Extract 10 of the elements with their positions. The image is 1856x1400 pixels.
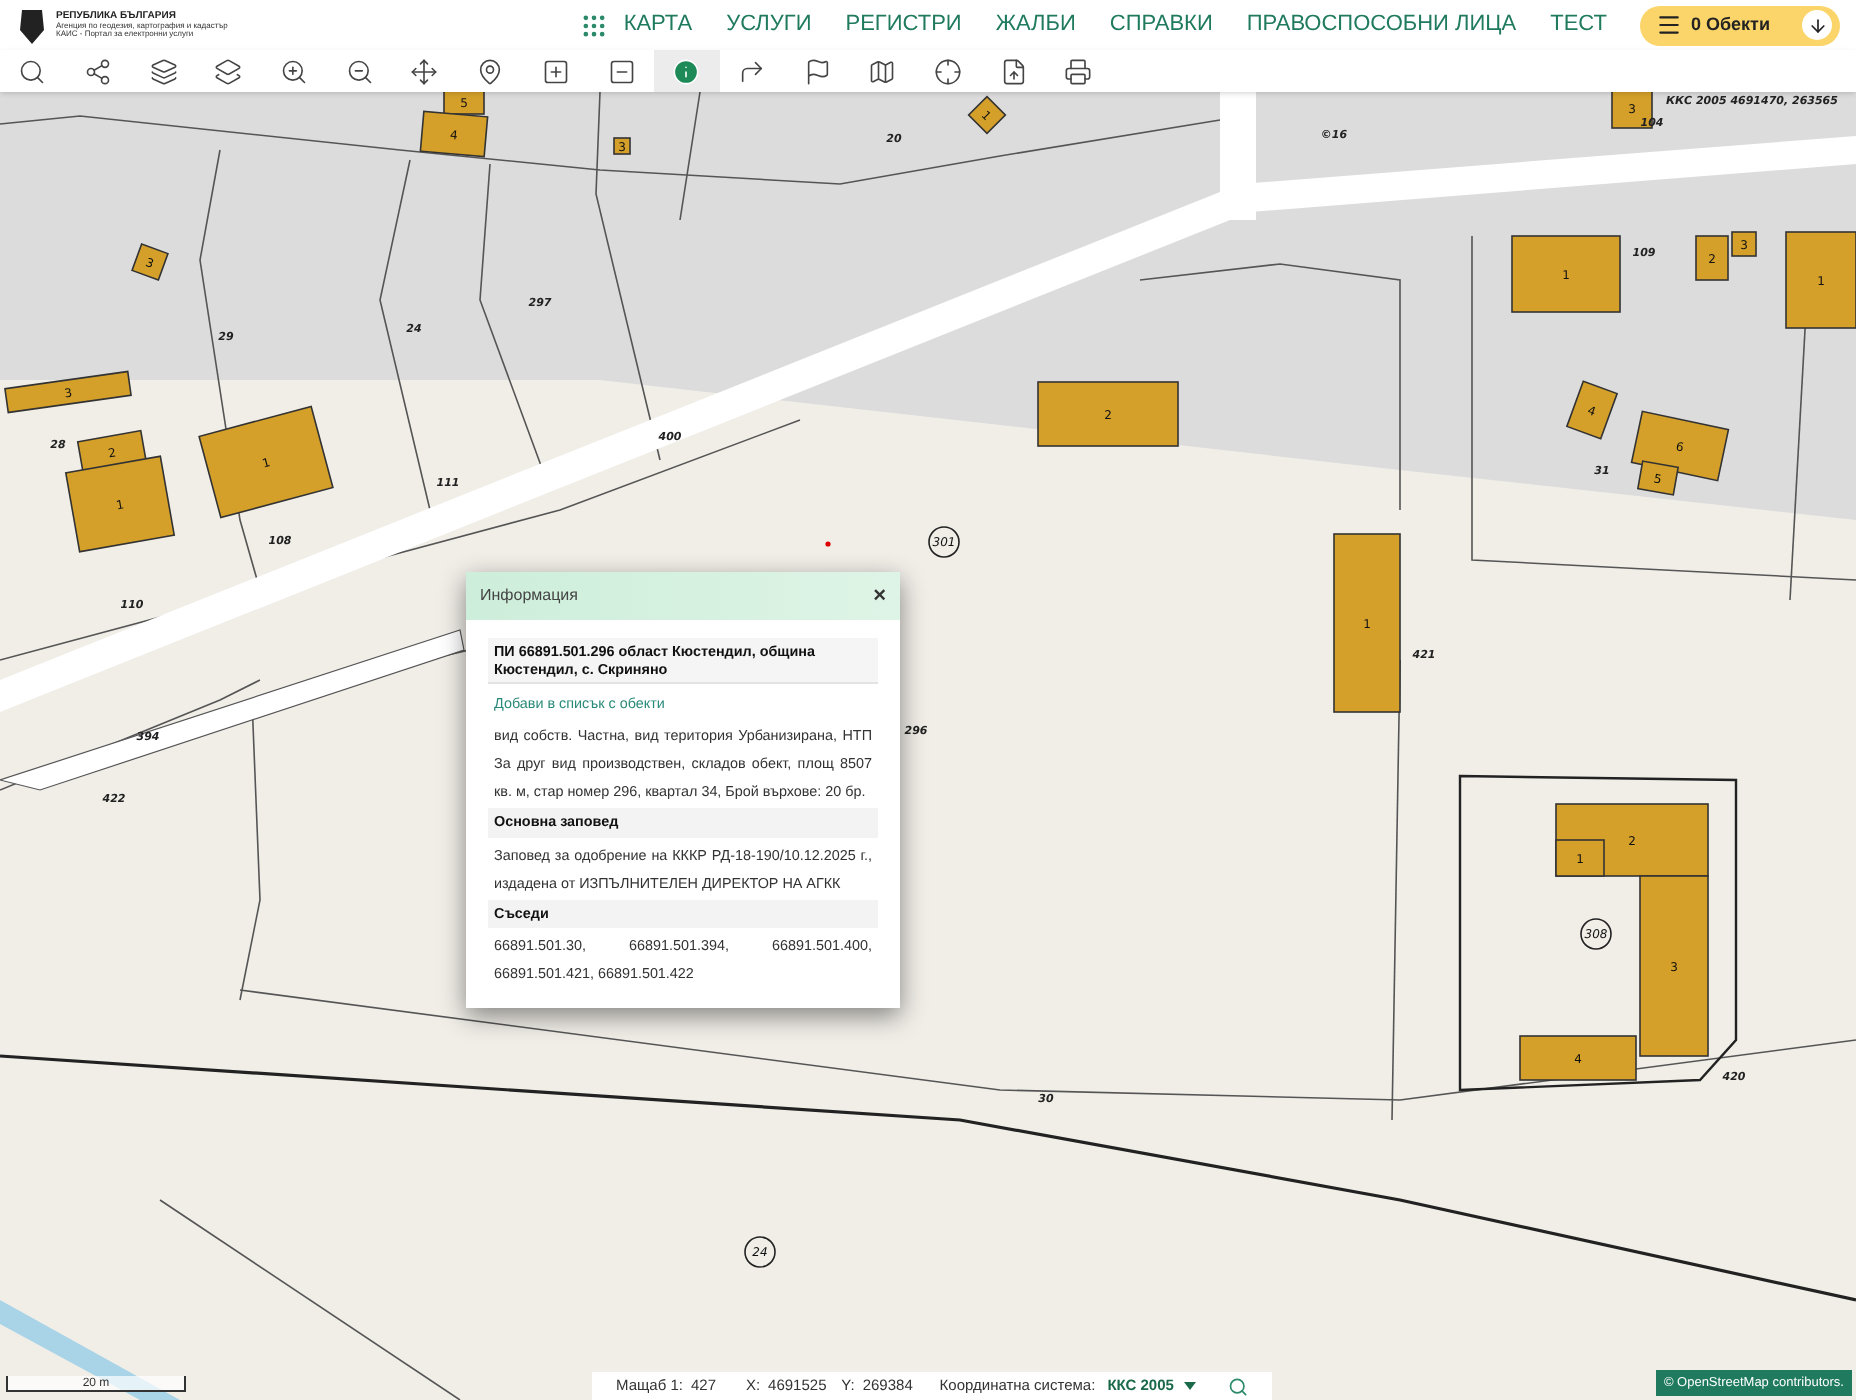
objects-button[interactable]: 0 Обекти	[1640, 5, 1840, 45]
close-button[interactable]: ×	[873, 579, 886, 613]
nav-link[interactable]: ТЕСТ	[1550, 8, 1607, 42]
popup-title: Информация	[480, 584, 578, 608]
nav-link[interactable]: КАРТА	[623, 8, 693, 42]
nav-link[interactable]: УСЛУГИ	[726, 8, 812, 42]
nav-link[interactable]: СПРАВКИ	[1109, 8, 1213, 42]
nav-link[interactable]: ПРАВОСПОСОБНИ ЛИЦА	[1246, 8, 1517, 42]
nav-link[interactable]: РЕГИСТРИ	[845, 8, 962, 42]
nav-link[interactable]: ЖАЛБИ	[995, 8, 1076, 42]
